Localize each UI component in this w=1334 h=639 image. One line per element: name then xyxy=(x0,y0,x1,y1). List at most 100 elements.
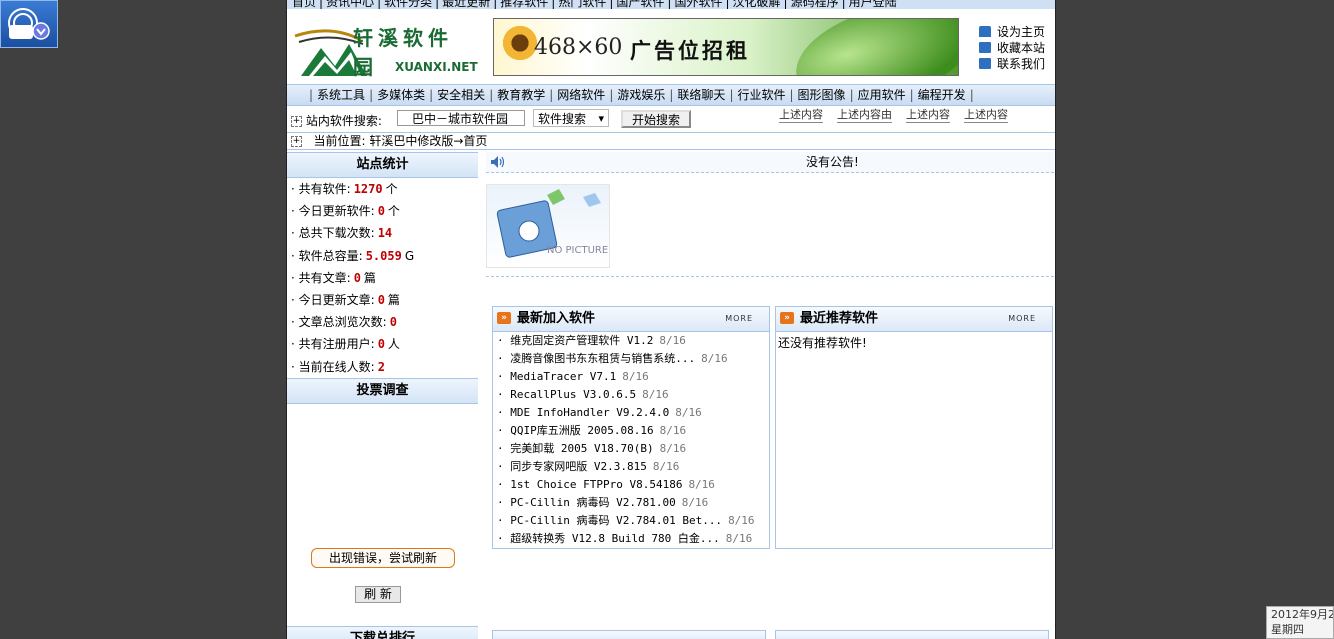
quick-link[interactable]: 设为主页 xyxy=(979,24,1045,40)
top-nav-link[interactable]: 首页 xyxy=(292,0,316,9)
desktop-app-icon[interactable] xyxy=(0,0,58,48)
category-link[interactable]: 编程开发 xyxy=(918,88,966,102)
ad-size: 468×60 xyxy=(534,35,623,60)
software-name[interactable]: PC-Cillin 病毒码 V2.781.00 xyxy=(510,496,675,509)
top-navigation: 首页 | 资讯中心 | 软件分类 | 最近更新 | 推荐软件 | 热门软件 | 国产软件 | 国外软件 | 汉化… xyxy=(287,0,1055,9)
top-nav-link[interactable]: 软件分类 xyxy=(384,0,432,9)
expand-icon: + xyxy=(291,136,302,147)
list-item[interactable]: · PC-Cillin 病毒码 V2.781.00 8/16 xyxy=(497,494,769,512)
stat-row: · 当前在线人数: 2 xyxy=(287,355,478,378)
stat-value: 0 xyxy=(377,337,385,352)
stat-value: 0 xyxy=(377,292,385,307)
stat-label: 今日更新软件: xyxy=(298,204,375,219)
more-link[interactable]: MORE xyxy=(725,307,753,331)
software-name[interactable]: 超级转换秀 V12.8 Build 780 白金... xyxy=(510,532,719,545)
software-name[interactable]: 完美卸载 2005 V18.70(B) xyxy=(510,442,653,455)
nav-separator: | xyxy=(435,0,440,9)
latest-software-title: 最新加入软件 xyxy=(517,311,596,326)
ad-banner[interactable]: 468×60 广告位招租 xyxy=(493,18,959,76)
list-item[interactable]: · 维克固定资产管理软件 V1.2 8/16 xyxy=(497,332,769,350)
software-name[interactable]: MediaTracer V7.1 xyxy=(510,370,616,383)
software-name[interactable]: 维克固定资产管理软件 V1.2 xyxy=(510,334,653,347)
stat-value: 0 xyxy=(377,204,385,219)
bullet: · xyxy=(291,337,299,352)
top-nav-link[interactable]: 国外软件 xyxy=(674,0,722,9)
category-link[interactable]: 系统工具 xyxy=(317,88,365,102)
stat-row: · 共有文章: 0 篇 xyxy=(287,266,478,289)
stat-label: 共有文章: xyxy=(298,270,351,285)
ad-text: 广告位招租 xyxy=(630,39,750,63)
search-type-select[interactable]: 软件搜索 xyxy=(533,109,609,128)
software-date: 8/16 xyxy=(725,532,753,545)
software-name[interactable]: PC-Cillin 病毒码 V2.784.01 Bet... xyxy=(510,514,722,527)
stat-value: 0 xyxy=(353,270,361,285)
recommended-software-title: 最近推荐软件 xyxy=(800,311,879,326)
search-tag[interactable]: 上述内容 xyxy=(964,106,1008,123)
top-nav-link[interactable]: 最近更新 xyxy=(442,0,490,9)
software-name[interactable]: 凌腾音像图书东东租赁与销售系统... xyxy=(510,352,695,365)
software-date: 8/16 xyxy=(728,514,755,527)
list-item[interactable]: · 完美卸载 2005 V18.70(B) 8/16 xyxy=(497,440,769,458)
quick-link[interactable]: 联系我们 xyxy=(979,56,1045,72)
category-link[interactable]: 联络聊天 xyxy=(677,88,725,102)
search-tag[interactable]: 上述内容由 xyxy=(837,106,892,123)
category-link[interactable]: 应用软件 xyxy=(858,88,906,102)
software-date: 8/16 xyxy=(622,370,649,383)
stat-label: 共有软件: xyxy=(298,182,351,196)
category-link[interactable]: 多媒体类 xyxy=(377,88,425,102)
top-nav-link[interactable]: 用户登陆 xyxy=(849,0,897,9)
list-item[interactable]: · 凌腾音像图书东东租赁与销售系统... 8/16 xyxy=(497,350,769,368)
software-name[interactable]: RecallPlus V3.0.6.5 xyxy=(510,388,636,401)
quick-link[interactable]: 收藏本站 xyxy=(979,40,1045,56)
list-item[interactable]: · QQIP库五洲版 2005.08.16 8/16 xyxy=(497,422,769,440)
category-separator: | xyxy=(429,88,434,102)
search-tag[interactable]: 上述内容 xyxy=(779,106,823,123)
bullet: · xyxy=(291,270,299,285)
category-link[interactable]: 图形图像 xyxy=(798,88,846,102)
list-item[interactable]: · 同步专家网吧版 V2.3.815 8/16 xyxy=(497,458,769,476)
stat-value: 0 xyxy=(389,315,397,330)
top-nav-link[interactable]: 推荐软件 xyxy=(500,0,548,9)
stat-row: · 共有软件: 1270 个 xyxy=(287,178,478,201)
error-refresh-button[interactable]: 出现错误，尝试刷新 xyxy=(311,547,455,568)
site-logo[interactable]: 轩溪软件园 XUANXI.NET xyxy=(291,18,478,79)
quick-link-label: 收藏本站 xyxy=(997,41,1046,55)
category-link[interactable]: 教育教学 xyxy=(497,88,545,102)
software-name[interactable]: 同步专家网吧版 V2.3.815 xyxy=(510,460,647,473)
search-button[interactable]: 开始搜索 xyxy=(621,110,691,128)
list-item[interactable]: · PC-Cillin 病毒码 V2.784.01 Bet... 8/16 xyxy=(497,512,769,530)
nav-separator: | xyxy=(841,0,846,9)
category-link[interactable]: 网络软件 xyxy=(557,88,605,102)
arrow-icon: » xyxy=(780,312,794,324)
search-tag[interactable]: 上述内容 xyxy=(906,106,950,123)
search-input[interactable] xyxy=(397,110,525,126)
quick-link-label: 设为主页 xyxy=(997,25,1046,39)
notice-bar: 没有公告! xyxy=(486,152,1054,173)
category-link[interactable]: 游戏娱乐 xyxy=(617,88,665,102)
category-separator: | xyxy=(609,88,614,102)
list-item[interactable]: · MDE InfoHandler V9.2.4.0 8/16 xyxy=(497,404,769,422)
category-link[interactable]: 安全相关 xyxy=(437,88,485,102)
list-item[interactable]: · MediaTracer V7.1 8/16 xyxy=(497,368,769,386)
download-rank-title: 下载总排行 xyxy=(287,626,478,639)
refresh-button[interactable]: 刷 新 xyxy=(355,585,401,603)
location-path[interactable]: 轩溪巴中修改版→首页 xyxy=(369,134,487,148)
top-nav-link[interactable]: 热门软件 xyxy=(558,0,606,9)
software-name[interactable]: QQIP库五洲版 2005.08.16 xyxy=(510,424,653,437)
list-item[interactable]: · 超级转换秀 V12.8 Build 780 白金... 8/16 xyxy=(497,530,769,548)
speaker-icon xyxy=(490,155,506,175)
top-nav-link[interactable]: 资讯中心 xyxy=(326,0,374,9)
list-item[interactable]: · 1st Choice FTPPro V8.54186 8/16 xyxy=(497,476,769,494)
top-nav-link[interactable]: 源码程序 xyxy=(791,0,839,9)
category-link[interactable]: 行业软件 xyxy=(737,88,785,102)
list-item[interactable]: · RecallPlus V3.0.6.5 8/16 xyxy=(497,386,769,404)
bullet: · xyxy=(497,460,511,473)
top-nav-link[interactable]: 汉化破解 xyxy=(733,0,781,9)
software-date: 8/16 xyxy=(681,496,709,509)
top-nav-link[interactable]: 国产软件 xyxy=(616,0,664,9)
software-name[interactable]: MDE InfoHandler V9.2.4.0 xyxy=(510,406,669,419)
more-link[interactable]: MORE xyxy=(1008,307,1036,331)
no-picture-image[interactable]: NO PICTURE xyxy=(486,184,610,268)
software-name[interactable]: 1st Choice FTPPro V8.54186 xyxy=(510,478,682,491)
latest-software-list: · 维克固定资产管理软件 V1.2 8/16 · 凌腾音像图书东东租赁与销售系统..… xyxy=(493,332,769,548)
